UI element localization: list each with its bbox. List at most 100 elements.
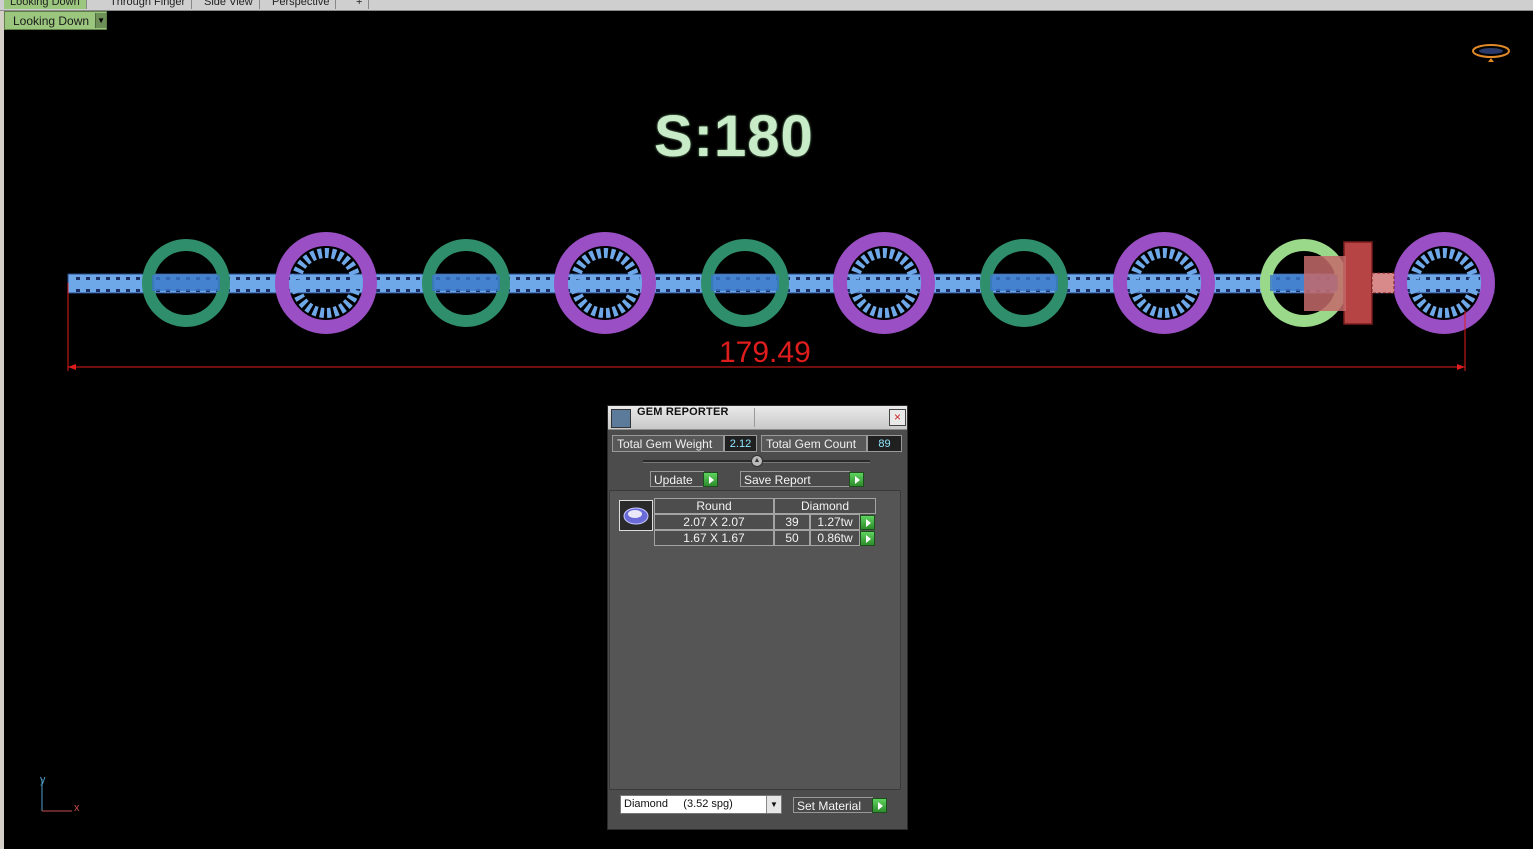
- link-dot: [656, 277, 660, 280]
- link-dot: [676, 289, 680, 292]
- chevron-down-icon[interactable]: ▼: [766, 796, 781, 813]
- link-dot: [86, 277, 90, 280]
- link-dot: [1446, 289, 1450, 292]
- link-dot: [136, 277, 140, 280]
- link-dot: [346, 289, 350, 292]
- clasp-tongue: [1304, 256, 1346, 311]
- save-report-go-icon[interactable]: [849, 472, 864, 487]
- link-dot: [1436, 277, 1440, 280]
- link-dot: [666, 277, 670, 280]
- splitter-knob-icon[interactable]: ▲: [751, 455, 763, 467]
- link-dot: [1076, 289, 1080, 292]
- tab-looking-down[interactable]: Looking Down: [4, 0, 87, 9]
- material-select[interactable]: Diamond (3.52 spg) ▼: [620, 795, 782, 814]
- link-dot: [866, 277, 870, 280]
- link-dot: [516, 289, 520, 292]
- link-dot: [1446, 277, 1450, 280]
- link-dot: [1226, 277, 1230, 280]
- link-dot: [536, 289, 540, 292]
- update-button[interactable]: Update: [650, 471, 704, 487]
- link-dot: [876, 289, 880, 292]
- plain-ring: [142, 239, 230, 327]
- link-dot: [826, 289, 830, 292]
- link-dot: [246, 289, 250, 292]
- link-dot: [316, 277, 320, 280]
- link-dot: [266, 277, 270, 280]
- select-row-go-icon[interactable]: [860, 531, 875, 546]
- link-dot: [1096, 277, 1100, 280]
- ring-bar: [152, 275, 220, 291]
- link-dot: [1086, 289, 1090, 292]
- link-dot: [1176, 289, 1180, 292]
- link-dot: [936, 277, 940, 280]
- link-dot: [1216, 289, 1220, 292]
- link-dot: [826, 277, 830, 280]
- link-dot: [116, 289, 120, 292]
- link-dot: [1086, 277, 1090, 280]
- link-dot: [126, 277, 130, 280]
- link-dot: [1216, 277, 1220, 280]
- select-row-go-icon[interactable]: [860, 515, 875, 530]
- update-go-icon[interactable]: [703, 472, 718, 487]
- set-material-go-icon[interactable]: [872, 798, 887, 813]
- link-dot: [886, 277, 890, 280]
- link-dot: [326, 289, 330, 292]
- bracelet-model: [67, 232, 1495, 371]
- titlebar-separator: [754, 408, 755, 427]
- total-gem-weight-label: Total Gem Weight: [612, 435, 724, 452]
- link-dot: [536, 277, 540, 280]
- clasp-link: [1371, 272, 1395, 294]
- tab-side-view[interactable]: Side View: [198, 0, 260, 9]
- material-bar: Diamond (3.52 spg) ▼ Set Material: [608, 790, 907, 829]
- set-material-button[interactable]: Set Material: [793, 797, 873, 813]
- link-dot: [326, 277, 330, 280]
- link-dot: [396, 289, 400, 292]
- gem-size-cell: 2.07 X 2.07: [654, 514, 774, 530]
- link-dot: [1106, 277, 1110, 280]
- link-dot: [1236, 289, 1240, 292]
- gem-list: Round Diamond 2.07 X 2.07 39 1.27tw 1.67…: [609, 490, 901, 790]
- link-dot: [1166, 277, 1170, 280]
- link-dot: [1426, 289, 1430, 292]
- link-dot: [616, 289, 620, 292]
- axis-indicator: y x: [38, 774, 88, 819]
- tab-perspective[interactable]: Perspective: [266, 0, 337, 9]
- axis-y-label: y: [40, 774, 46, 786]
- link-dot: [256, 289, 260, 292]
- link-dot: [1256, 289, 1260, 292]
- link-dot: [1456, 277, 1460, 280]
- link-dot: [586, 277, 590, 280]
- link-dot: [656, 289, 660, 292]
- link-dot: [1226, 289, 1230, 292]
- round-gem-thumbnail-icon[interactable]: [619, 500, 653, 531]
- link-dot: [606, 277, 610, 280]
- link-dot: [1146, 277, 1150, 280]
- link-dot: [806, 277, 810, 280]
- close-button[interactable]: ×: [889, 409, 906, 426]
- link-dot: [1246, 277, 1250, 280]
- plain-ring: [701, 239, 789, 327]
- link-dot: [956, 277, 960, 280]
- link-dot: [1426, 277, 1430, 280]
- link-dot: [526, 289, 530, 292]
- total-gem-count-value: 89: [867, 435, 902, 452]
- link-dot: [936, 289, 940, 292]
- add-tab-button[interactable]: +: [350, 0, 370, 9]
- ring-bar: [711, 275, 779, 291]
- gem-reporter-titlebar[interactable]: GEM REPORTER ×: [608, 406, 907, 430]
- total-gem-count-label: Total Gem Count: [761, 435, 867, 452]
- link-dot: [876, 277, 880, 280]
- link-dot: [676, 277, 680, 280]
- link-dot: [1256, 277, 1260, 280]
- link-dot: [666, 289, 670, 292]
- link-dot: [596, 289, 600, 292]
- save-report-button[interactable]: Save Report: [740, 471, 850, 487]
- link-dot: [896, 277, 900, 280]
- link-dot: [306, 289, 310, 292]
- tab-through-finger[interactable]: Through Finger: [104, 0, 193, 9]
- link-dot: [336, 277, 340, 280]
- link-dot: [1246, 289, 1250, 292]
- compass-icon[interactable]: [1470, 41, 1512, 63]
- link-dot: [616, 277, 620, 280]
- link-dot: [946, 277, 950, 280]
